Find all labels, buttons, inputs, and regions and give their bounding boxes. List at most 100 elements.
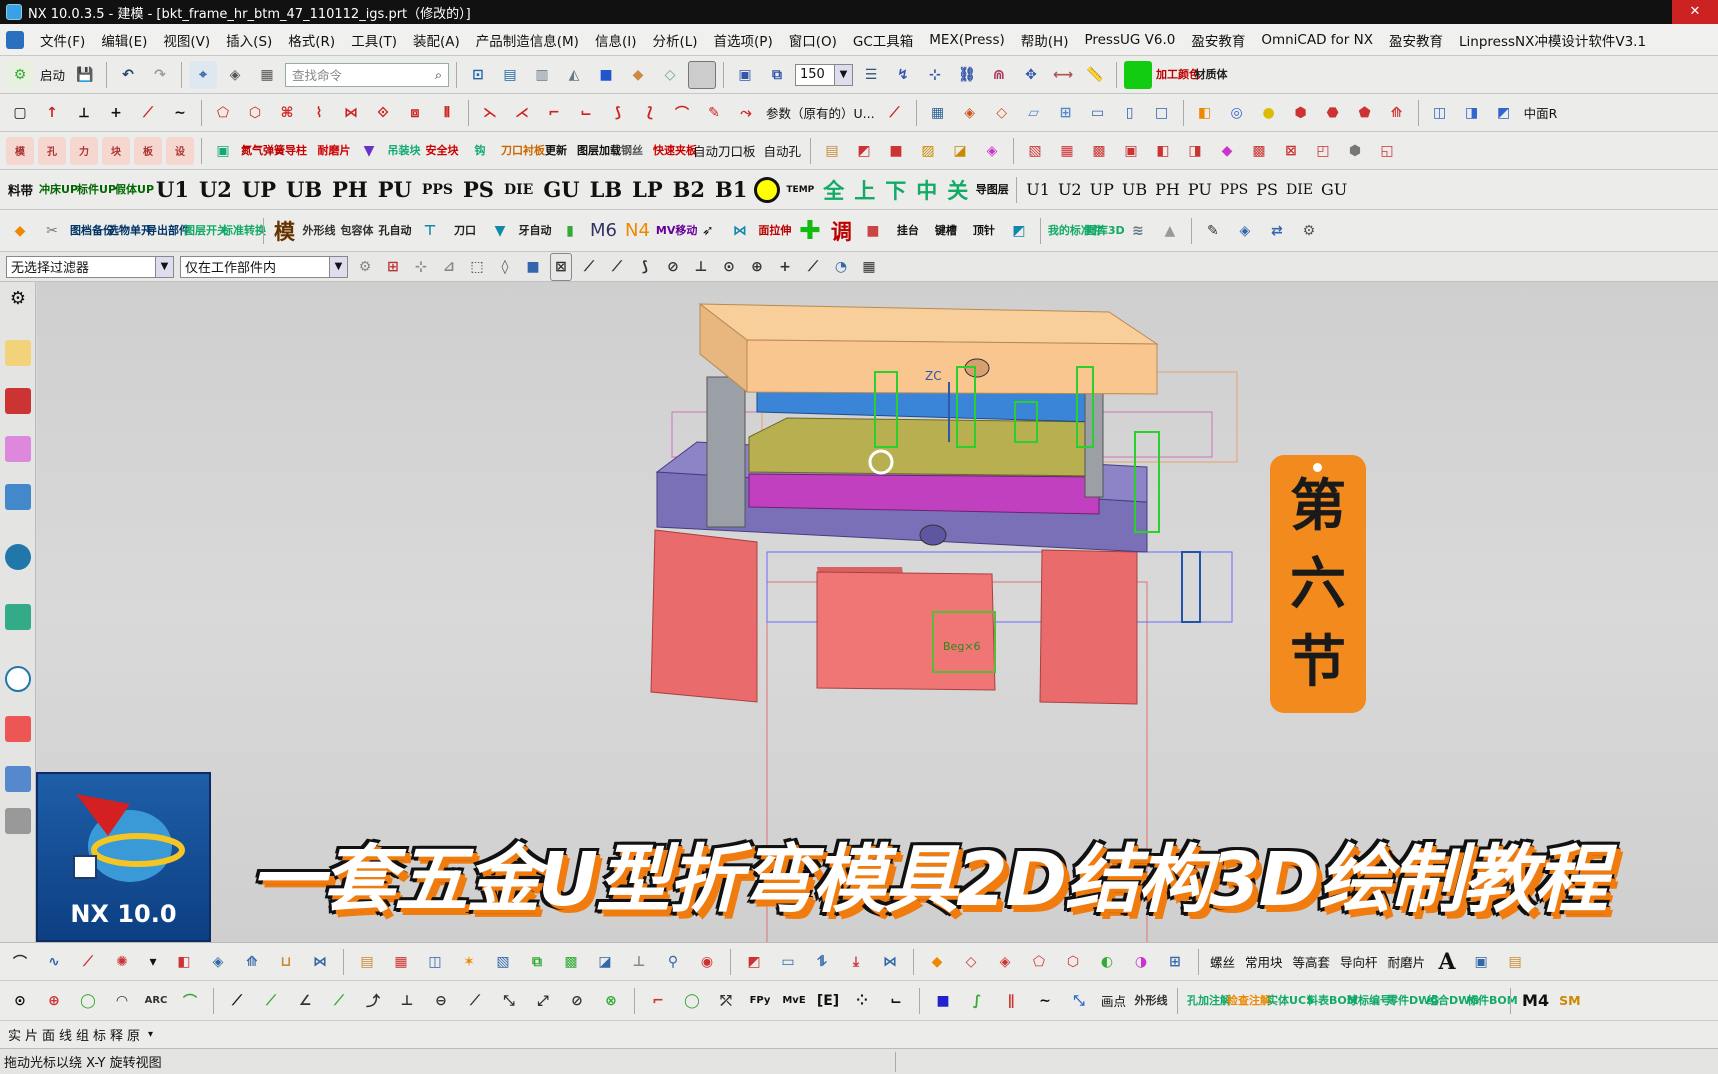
sheet-icon[interactable]: ◩ xyxy=(1005,217,1033,245)
line-perp-icon[interactable]: ⊥ xyxy=(393,987,421,1015)
material-body-button[interactable]: 材质体 xyxy=(1194,69,1228,80)
layer-close-button[interactable]: 关 xyxy=(944,175,971,205)
move-ps-button[interactable]: PS xyxy=(1254,180,1280,199)
corner-l-icon[interactable]: ⌙ xyxy=(882,987,910,1015)
move-die-button[interactable]: DIE xyxy=(1284,182,1315,198)
line-sym-icon[interactable]: ⊗ xyxy=(597,987,625,1015)
my-standard-parts-button[interactable]: 我的标准件 xyxy=(1048,225,1103,236)
cube-icon[interactable]: ■ xyxy=(592,61,620,89)
calculator-icon[interactable]: ▣ xyxy=(209,137,237,165)
common-block-button[interactable]: 常用块 xyxy=(1243,952,1285,971)
assembly-dwg-button[interactable]: 组合DWG xyxy=(1427,995,1479,1006)
menu-info[interactable]: 信息(I) xyxy=(595,30,637,50)
surface-6-icon[interactable]: ▯ xyxy=(1116,99,1144,127)
line-angle-icon[interactable]: ∠ xyxy=(291,987,319,1015)
link-icon[interactable]: ⛓ xyxy=(953,61,981,89)
line-green-2-icon[interactable]: ⟋ xyxy=(325,987,353,1015)
snap-intersect-icon[interactable]: ⟆ xyxy=(634,253,656,281)
menu-window[interactable]: 窗口(O) xyxy=(789,30,837,50)
menu-view[interactable]: 视图(V) xyxy=(163,30,210,50)
palette-icon[interactable] xyxy=(5,716,31,742)
face-extrude-button[interactable]: 面拉伸 xyxy=(758,225,792,236)
menu-linpress[interactable]: LinpressNX冲模设计软件V3.1 xyxy=(1459,30,1646,50)
menu-edit[interactable]: 编辑(E) xyxy=(101,30,147,50)
web-browser-icon[interactable] xyxy=(5,604,31,630)
chevron-down-icon[interactable]: ▾ xyxy=(148,1029,157,1040)
layer-die-button[interactable]: DIE xyxy=(501,182,536,198)
offset-curve-icon[interactable]: ⬠ xyxy=(209,99,237,127)
mold-e-icon[interactable]: ◈ xyxy=(978,137,1006,165)
blue-arrow-icon[interactable]: ⤡ xyxy=(1065,987,1093,1015)
press-up-button[interactable]: 冲床UP xyxy=(39,184,78,195)
b-tool-4-icon[interactable]: ⊔ xyxy=(272,948,300,976)
mold-tool-1-icon[interactable]: 模 xyxy=(6,136,34,165)
menu-yingan-2[interactable]: 盈安教育 xyxy=(1389,30,1443,50)
red-block-icon[interactable]: ■ xyxy=(859,217,887,245)
scope-filter-select[interactable]: 仅在工作部件内 ▼ xyxy=(180,255,348,278)
layer-lb-button[interactable]: LB xyxy=(587,177,626,202)
b-tool-17-icon[interactable]: ◩ xyxy=(740,948,768,976)
mirror-icon[interactable]: ⋈ xyxy=(726,217,754,245)
b-tool-19-icon[interactable]: ⥮ xyxy=(808,948,836,976)
extract-curve-icon[interactable]: ⋈ xyxy=(337,99,365,127)
component-icon[interactable]: ⧉ xyxy=(763,61,791,89)
color-green-icon[interactable] xyxy=(1124,60,1153,89)
wrap-curve-icon[interactable]: ⟐ xyxy=(369,99,397,127)
menu-help[interactable]: 帮助(H) xyxy=(1021,30,1069,50)
part-navigator-icon[interactable] xyxy=(5,436,31,462)
bracket-tool-icon[interactable]: [E] xyxy=(814,987,842,1015)
export-part-button[interactable]: 导出部件 xyxy=(146,225,190,236)
b-tool-22-icon[interactable]: ◆ xyxy=(923,948,951,976)
surface-7-icon[interactable]: □ xyxy=(1148,99,1176,127)
layers-stack-icon[interactable]: ☰ xyxy=(857,61,885,89)
move-up-button[interactable]: UP xyxy=(1088,180,1116,199)
tool-b-icon[interactable]: ⇄ xyxy=(1263,217,1291,245)
line-dist-icon[interactable]: ⊘ xyxy=(563,987,591,1015)
spline-icon[interactable]: ∼ xyxy=(166,99,194,127)
assembly-navigator-icon[interactable] xyxy=(5,340,31,366)
layer-upper-button[interactable]: 上 xyxy=(851,175,878,205)
snap-mid-icon[interactable]: ⟋ xyxy=(578,253,600,281)
solid-4-icon[interactable]: ⬟ xyxy=(1351,99,1379,127)
scissors-icon[interactable]: ✂ xyxy=(38,217,66,245)
menu-pmi[interactable]: 产品制造信息(M) xyxy=(476,30,579,50)
grid-points-icon[interactable]: ⁘ xyxy=(848,987,876,1015)
mold-tool-6-icon[interactable]: 设 xyxy=(166,136,194,165)
fillet-curve-icon[interactable]: ⌐ xyxy=(540,99,568,127)
layer-gu-button[interactable]: GU xyxy=(540,177,582,202)
move-pu-button[interactable]: PU xyxy=(1186,180,1214,199)
mold-n-icon[interactable]: ⊠ xyxy=(1277,137,1305,165)
sm-button[interactable]: SM xyxy=(1557,993,1582,1008)
arc-tool-icon[interactable]: ⌒ xyxy=(6,948,34,976)
info-icon[interactable] xyxy=(5,544,31,570)
reuse-library-icon[interactable] xyxy=(5,484,31,510)
m4-button[interactable]: M4 xyxy=(1520,991,1551,1010)
surface-3-icon[interactable]: ▱ xyxy=(1020,99,1048,127)
nitrogen-spring-button[interactable]: 氮气弹簧 xyxy=(241,145,285,156)
layer-all-button[interactable]: 全 xyxy=(820,175,847,205)
layer-pps-button[interactable]: PPS xyxy=(419,182,456,198)
parameter-label[interactable]: 参数（原有的）U... xyxy=(764,103,877,122)
smooth-curve-icon[interactable]: ⌒ xyxy=(668,99,696,127)
auto-thread-button[interactable]: 牙自动 xyxy=(518,225,552,236)
type-filter-select[interactable]: 无选择过滤器 ▼ xyxy=(6,255,174,278)
select-all-icon[interactable]: ⊞ xyxy=(382,253,404,281)
measure-icon[interactable]: ⟷ xyxy=(1049,61,1077,89)
zoom-select[interactable]: 150 ▼ xyxy=(795,63,854,86)
datum-axis-icon[interactable]: ↑ xyxy=(38,99,66,127)
outline-2-button[interactable]: 外形线 xyxy=(1134,995,1168,1006)
b-tool-26-icon[interactable]: ⬡ xyxy=(1059,948,1087,976)
mold-h-icon[interactable]: ▩ xyxy=(1085,137,1113,165)
select-open-button[interactable]: 选物单开 xyxy=(108,225,152,236)
part-dwg-button[interactable]: 零件DWG xyxy=(1387,995,1439,1006)
menu-gc-toolbox[interactable]: GC工具箱 xyxy=(853,30,913,50)
sphere-icon[interactable]: ● xyxy=(1255,99,1283,127)
move-ub-button[interactable]: UB xyxy=(1120,180,1149,199)
close-window-button[interactable]: ✕ xyxy=(1672,0,1718,24)
background-icon[interactable] xyxy=(688,60,717,89)
circle-dot-icon[interactable]: ⊙ xyxy=(6,987,34,1015)
filter-reset-icon[interactable]: ⚙ xyxy=(354,253,376,281)
sketch-icon[interactable]: ▢ xyxy=(6,99,34,127)
mold-g-icon[interactable]: ▦ xyxy=(1053,137,1081,165)
menu-tools[interactable]: 工具(T) xyxy=(351,30,397,50)
